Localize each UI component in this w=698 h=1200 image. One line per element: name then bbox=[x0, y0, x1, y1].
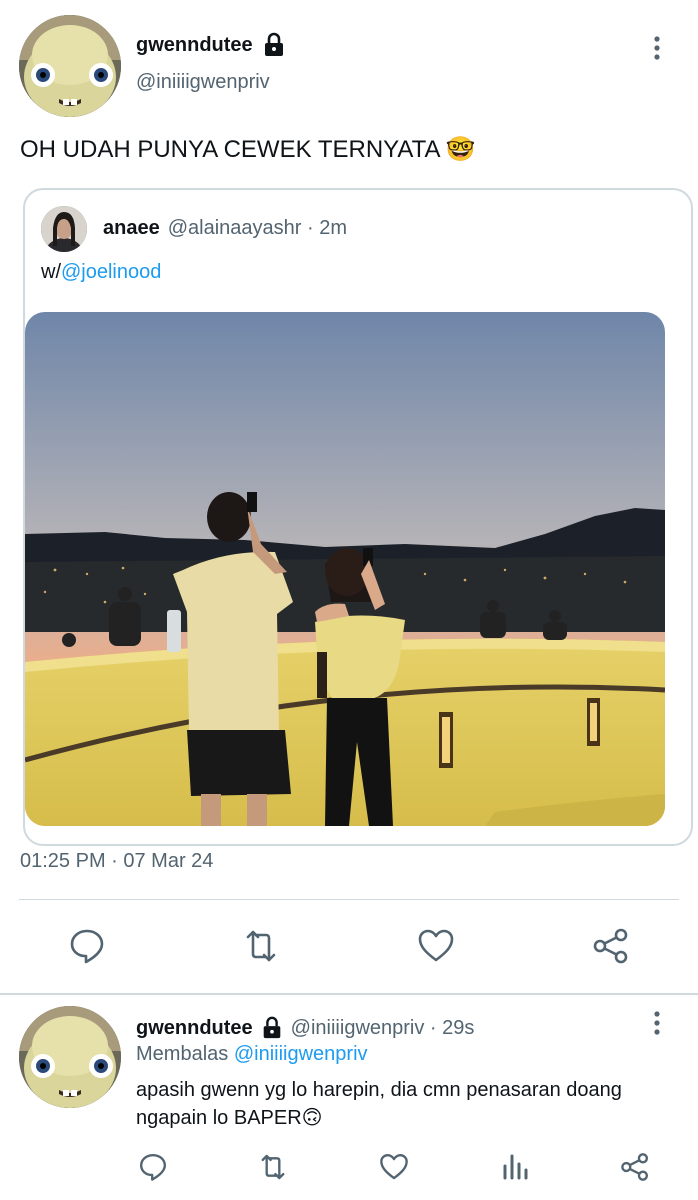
reply-display-name[interactable]: gwenndutee bbox=[136, 1017, 253, 1040]
retweet-icon[interactable] bbox=[242, 927, 280, 965]
author-handle[interactable]: @iniiiigwenpriv bbox=[136, 71, 270, 94]
reply-retweet-icon[interactable] bbox=[258, 1152, 288, 1182]
reply-handle-time[interactable]: @iniiiigwenpriv · 29s bbox=[291, 1017, 475, 1040]
reply-share-icon[interactable] bbox=[620, 1152, 650, 1182]
more-options-icon[interactable] bbox=[645, 36, 669, 60]
quoted-handle-time[interactable]: @alainaayashr · 2m bbox=[168, 217, 347, 240]
replying-to-label: Membalas bbox=[136, 1043, 229, 1065]
quoted-photo[interactable] bbox=[25, 312, 665, 826]
lock-icon bbox=[260, 1016, 284, 1040]
share-icon[interactable] bbox=[592, 927, 630, 965]
author-display-name[interactable]: gwenndutee bbox=[136, 34, 253, 57]
reply-text-line2: ngapain lo BAPER🙃 bbox=[136, 1107, 323, 1129]
mention-link[interactable]: @joelinood bbox=[61, 261, 161, 283]
reply-text-line1: apasih gwenn yg lo harepin, dia cmn pena… bbox=[136, 1079, 622, 1101]
reply-author-avatar[interactable] bbox=[19, 1006, 121, 1108]
quoted-text: w/ bbox=[41, 261, 61, 283]
views-icon[interactable] bbox=[500, 1152, 530, 1182]
lock-icon bbox=[261, 32, 287, 58]
quoted-display-name[interactable]: anaee bbox=[103, 217, 160, 240]
like-icon[interactable] bbox=[417, 927, 455, 965]
quoted-author-avatar[interactable] bbox=[41, 206, 87, 252]
reply-more-options-icon[interactable] bbox=[645, 1011, 669, 1035]
tweet-timestamp: 01:25 PM · 07 Mar 24 bbox=[20, 850, 214, 872]
section-divider bbox=[0, 993, 698, 995]
author-avatar[interactable] bbox=[19, 15, 121, 117]
reply-like-icon[interactable] bbox=[379, 1152, 409, 1182]
divider bbox=[19, 899, 679, 900]
reply-icon[interactable] bbox=[68, 927, 106, 965]
replying-to-link[interactable]: @iniiiigwenpriv bbox=[234, 1043, 368, 1065]
reply-reply-icon[interactable] bbox=[138, 1152, 168, 1182]
tweet-text: OH UDAH PUNYA CEWEK TERNYATA 🤓 bbox=[20, 136, 476, 163]
